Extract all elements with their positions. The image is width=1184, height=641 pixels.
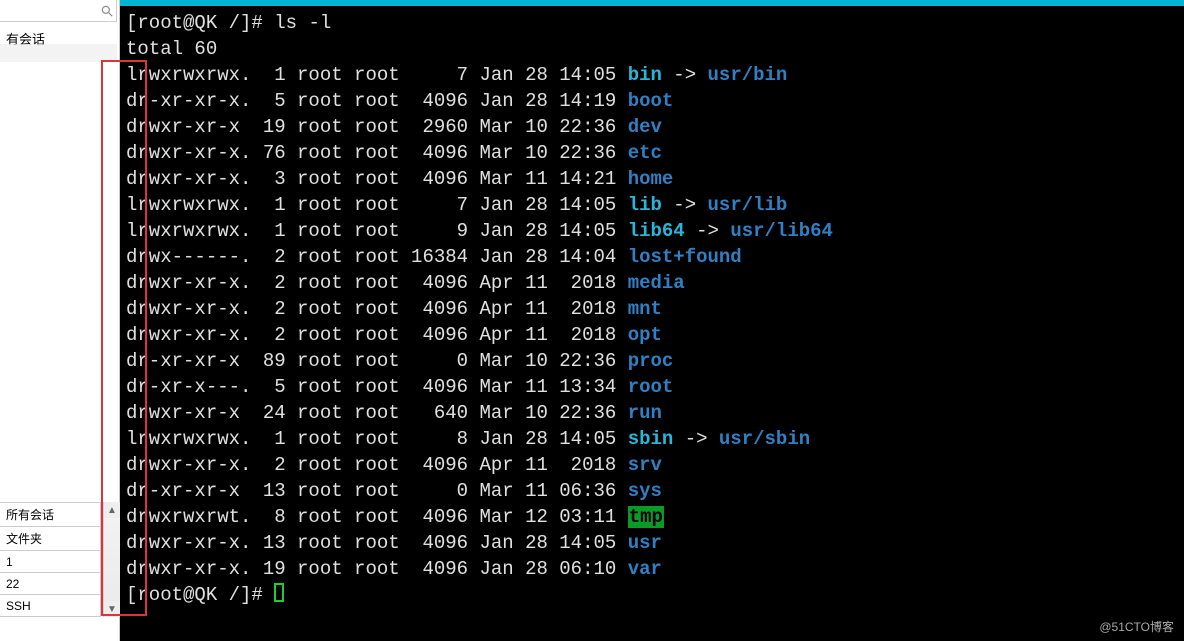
ls-row: drwxr-xr-x. 76 root root 4096 Mar 10 22:… [126,142,662,164]
terminal[interactable]: [root@QK /]# ls -l total 60 lrwxrwxrwx. … [120,0,1184,641]
scroll-down-icon[interactable]: ▼ [104,601,120,617]
ls-row: drwxr-xr-x. 2 root root 4096 Apr 11 2018… [126,298,662,320]
search-box[interactable] [0,0,117,22]
ls-row: drwx------. 2 root root 16384 Jan 28 14:… [126,246,742,268]
ls-row: drwxr-xr-x. 19 root root 4096 Jan 28 06:… [126,558,662,580]
sidebar-row[interactable]: SSH [0,595,101,617]
ls-row: drwxr-xr-x. 3 root root 4096 Mar 11 14:2… [126,168,673,190]
ls-row: drwxr-xr-x. 2 root root 4096 Apr 11 2018… [126,454,662,476]
scroll-up-icon[interactable]: ▲ [104,502,120,518]
ls-row: lrwxrwxrwx. 1 root root 9 Jan 28 14:05 l… [126,220,833,242]
sidebar-bottom-table: ▲ ▼ 所有会话 文件夹 1 22 SSH [0,502,120,617]
sidebar-table-header[interactable]: 所有会话 [0,503,101,527]
prompt: [root@QK /]# [126,12,274,34]
sidebar-row[interactable]: 22 [0,573,101,595]
ls-row: drwxr-xr-x. 13 root root 4096 Jan 28 14:… [126,532,662,554]
ls-row: drwxrwxrwt. 8 root root 4096 Mar 12 03:1… [126,506,664,528]
sidebar-scrollbar[interactable]: ▲ ▼ [103,502,120,617]
blurred-item [0,44,117,62]
prompt: [root@QK /]# [126,584,274,606]
watermark: @51CTO博客 [1099,618,1174,635]
cursor [274,583,284,602]
ls-row: lrwxrwxrwx. 1 root root 8 Jan 28 14:05 s… [126,428,810,450]
sidebar: 有会话 ▲ ▼ 所有会话 文件夹 1 22 SSH [0,0,120,641]
ls-row: lrwxrwxrwx. 1 root root 7 Jan 28 14:05 b… [126,64,787,86]
ls-row: lrwxrwxrwx. 1 root root 7 Jan 28 14:05 l… [126,194,787,216]
ls-row: dr-xr-x---. 5 root root 4096 Mar 11 13:3… [126,376,673,398]
ls-row: dr-xr-xr-x 13 root root 0 Mar 11 06:36 s… [126,480,662,502]
ls-row: dr-xr-xr-x. 5 root root 4096 Jan 28 14:1… [126,90,673,112]
sidebar-row[interactable]: 1 [0,551,101,573]
ls-row: dr-xr-xr-x 89 root root 0 Mar 10 22:36 p… [126,350,673,372]
ls-row: drwxr-xr-x 24 root root 640 Mar 10 22:36… [126,402,662,424]
search-input[interactable] [0,2,98,20]
ls-row: drwxr-xr-x. 2 root root 4096 Apr 11 2018… [126,324,662,346]
ls-row: drwxr-xr-x. 2 root root 4096 Apr 11 2018… [126,272,685,294]
ls-row: drwxr-xr-x 19 root root 2960 Mar 10 22:3… [126,116,662,138]
sidebar-row[interactable]: 文件夹 [0,527,101,551]
search-icon[interactable] [98,2,116,20]
